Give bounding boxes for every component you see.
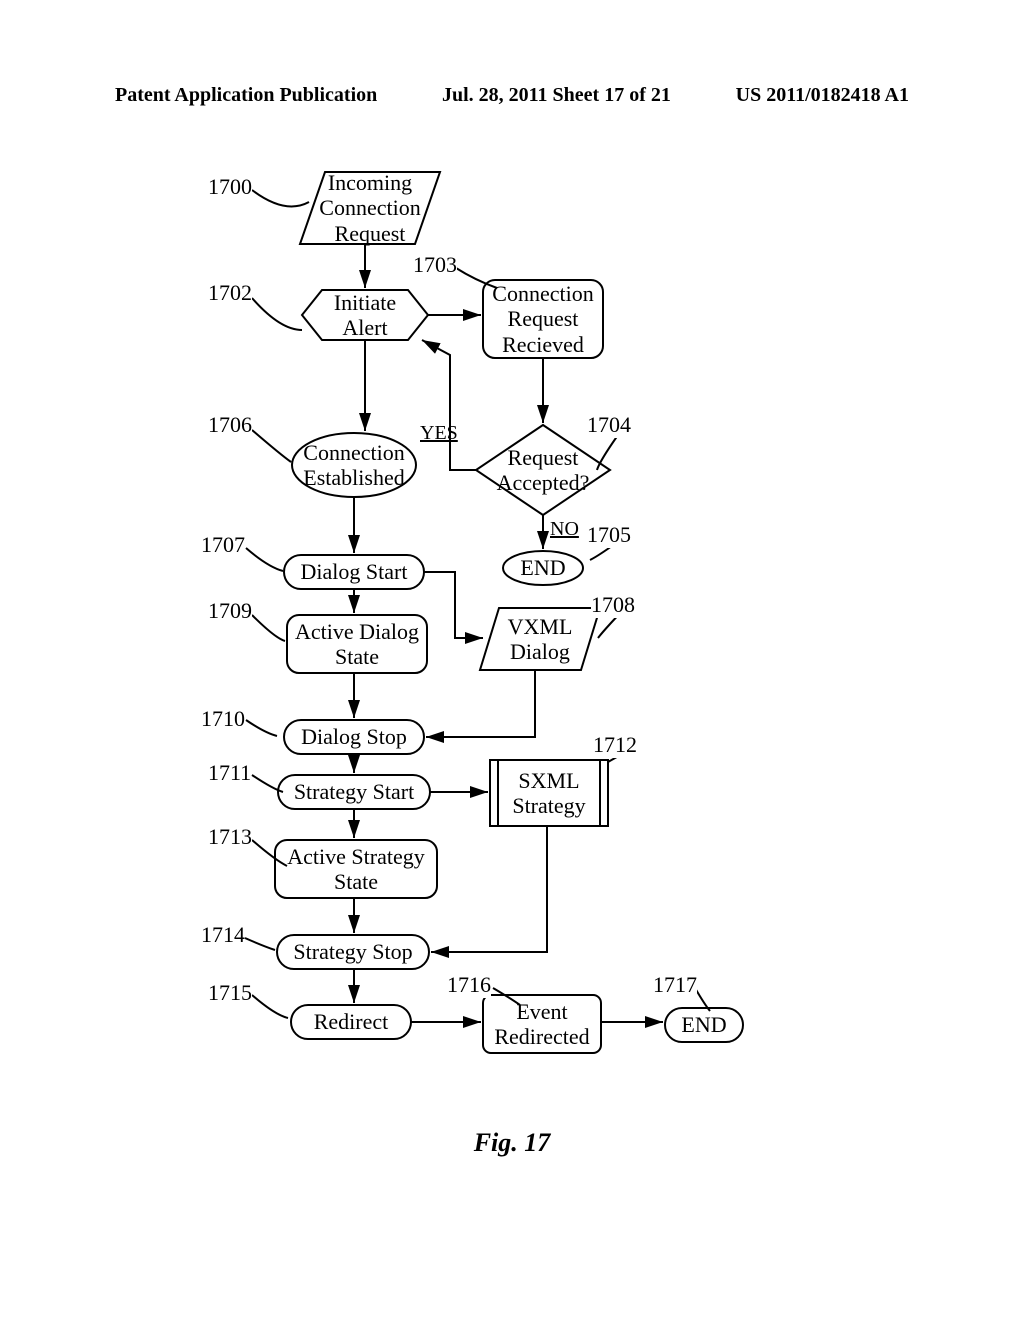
- header-right: US 2011/0182418 A1: [736, 84, 909, 107]
- node-incoming-request: Incoming Connection Request: [310, 174, 430, 242]
- ref-1706: 1706: [208, 412, 252, 438]
- node-dialog-stop: Dialog Stop: [284, 722, 424, 752]
- node-connection-request-received: Connection Request Recieved: [485, 282, 601, 356]
- edge-no: NO: [550, 518, 579, 541]
- node-strategy-stop: Strategy Stop: [277, 937, 429, 967]
- header-center: Jul. 28, 2011 Sheet 17 of 21: [442, 84, 671, 107]
- ref-1705: 1705: [587, 522, 631, 548]
- node-event-redirected: Event Redirected: [483, 997, 601, 1051]
- ref-1711: 1711: [208, 760, 251, 786]
- figure-caption: Fig. 17: [0, 1128, 1024, 1158]
- node-active-dialog-state: Active Dialog State: [287, 617, 427, 671]
- ref-1715: 1715: [208, 980, 252, 1006]
- ref-1703: 1703: [413, 252, 457, 278]
- ref-1713: 1713: [208, 824, 252, 850]
- ref-1700: 1700: [208, 174, 252, 200]
- ref-1712: 1712: [593, 732, 637, 758]
- node-vxml-dialog: VXML Dialog: [491, 612, 589, 666]
- flowchart: Incoming Connection Request Initiate Ale…: [195, 160, 805, 1130]
- ref-1716: 1716: [447, 972, 491, 998]
- ref-1710: 1710: [201, 706, 245, 732]
- node-active-strategy-state: Active Strategy State: [275, 842, 437, 896]
- ref-1702: 1702: [208, 280, 252, 306]
- node-end-1: END: [503, 557, 583, 579]
- node-sxml-strategy: SXML Strategy: [490, 764, 608, 822]
- node-initiate-alert: Initiate Alert: [305, 292, 425, 338]
- ref-1704: 1704: [587, 412, 631, 438]
- edge-yes: YES: [420, 422, 458, 445]
- node-end-2: END: [665, 1010, 743, 1040]
- ref-1708: 1708: [591, 592, 635, 618]
- ref-1709: 1709: [208, 598, 252, 624]
- node-strategy-start: Strategy Start: [278, 777, 430, 807]
- ref-1707: 1707: [201, 532, 245, 558]
- page-header: Patent Application Publication Jul. 28, …: [115, 84, 909, 107]
- ref-1717: 1717: [653, 972, 697, 998]
- ref-1714: 1714: [201, 922, 245, 948]
- node-request-accepted: Request Accepted?: [485, 446, 601, 494]
- node-redirect: Redirect: [291, 1007, 411, 1037]
- node-connection-established: Connection Established: [294, 440, 414, 490]
- node-dialog-start: Dialog Start: [284, 557, 424, 587]
- header-left: Patent Application Publication: [115, 84, 377, 107]
